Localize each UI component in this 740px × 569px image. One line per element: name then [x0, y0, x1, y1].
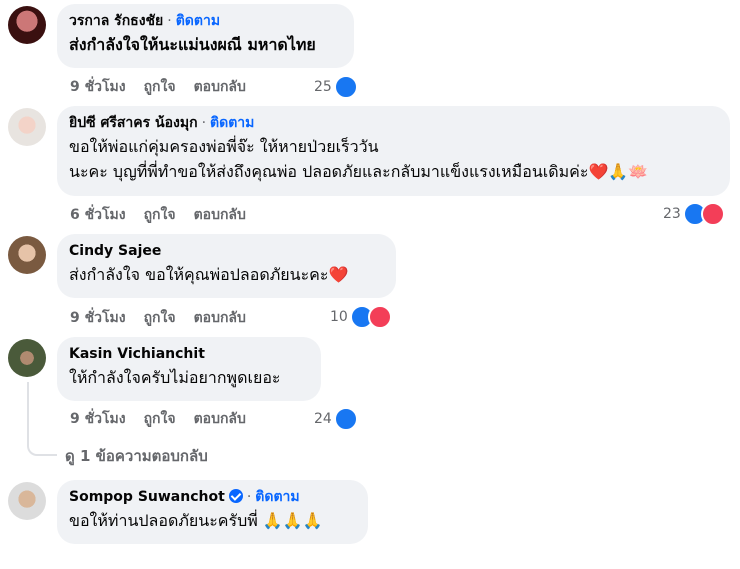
reaction-count: 24 — [314, 411, 332, 427]
comment-text: ขอให้ท่านปลอดภัยนะครับพี่ 🙏🙏🙏 — [69, 511, 323, 530]
commenter-name[interactable]: Kasin Vichianchit — [69, 346, 205, 362]
comment-text: ส่งกำลังใจ ขอให้คุณพ่อปลอดภัยนะคะ❤️ — [69, 265, 349, 284]
comment-actions — [70, 551, 124, 569]
avatar[interactable] — [8, 108, 46, 146]
verified-badge-icon — [228, 489, 243, 503]
like-button[interactable]: ถูกใจ — [144, 310, 176, 326]
love-icon — [700, 202, 725, 226]
comment-actions: 9 ชั่วโมง ถูกใจ ตอบกลับ — [70, 78, 264, 96]
like-icon — [333, 407, 358, 431]
timestamp[interactable]: 6 ชั่วโมง — [70, 207, 126, 223]
comment-actions: 9 ชั่วโมง ถูกใจ ตอบกลับ — [70, 410, 264, 428]
reply-button[interactable]: ตอบกลับ — [194, 411, 246, 427]
timestamp[interactable]: 9 ชั่วโมง — [70, 310, 126, 326]
reaction-summary[interactable]: 23 — [663, 202, 725, 226]
comment-bubble: Kasin Vichianchit ให้กำลังใจครับไม่อยากพ… — [57, 337, 321, 401]
reaction-count: 10 — [330, 309, 348, 325]
timestamp[interactable]: 9 ชั่วโมง — [70, 411, 126, 427]
comment-text: ให้กำลังใจครับไม่อยากพูดเยอะ — [69, 368, 281, 387]
like-icon — [333, 75, 358, 99]
follow-button[interactable]: ติดตาม — [210, 115, 254, 131]
avatar[interactable] — [8, 236, 46, 274]
like-button[interactable]: ถูกใจ — [144, 79, 176, 95]
follow-button[interactable]: ติดตาม — [176, 13, 220, 29]
commenter-name[interactable]: วรกาล รักธงชัย — [69, 13, 163, 29]
comment-bubble: Sompop Suwanchot · ติดตาม ขอให้ท่านปลอดภัย… — [57, 480, 368, 544]
view-replies-link[interactable]: ดู 1 ข้อความตอบกลับ — [65, 444, 208, 468]
comment-bubble: วรกาล รักธงชัย · ติดตาม ส่งกำลังใจให้นะแม่… — [57, 4, 354, 68]
reaction-summary[interactable]: 25 — [314, 75, 358, 99]
comment-actions: 9 ชั่วโมง ถูกใจ ตอบกลับ — [70, 309, 264, 327]
comment-text: ส่งกำลังใจให้นะแม่นงผณี มหาดไทย — [69, 35, 316, 54]
comment-text-line-2: นะคะ บุญที่พี่ทำขอให้ส่งถึงคุณพ่อ ปลอดภั… — [69, 162, 649, 181]
commenter-name[interactable]: ยิปซี ศรีสาคร น้องมุก — [69, 115, 198, 131]
timestamp[interactable]: 9 ชั่วโมง — [70, 79, 126, 95]
like-button[interactable]: ถูกใจ — [144, 411, 176, 427]
like-button[interactable]: ถูกใจ — [144, 207, 176, 223]
avatar[interactable] — [8, 482, 46, 520]
reply-button[interactable]: ตอบกลับ — [194, 310, 246, 326]
separator-dot: · — [201, 115, 207, 131]
commenter-name[interactable]: Sompop Suwanchot — [69, 489, 225, 505]
avatar[interactable] — [8, 339, 46, 377]
comment-bubble: Cindy Sajee ส่งกำลังใจ ขอให้คุณพ่อปลอดภั… — [57, 234, 396, 298]
follow-button[interactable]: ติดตาม — [255, 489, 299, 505]
comment-actions: 6 ชั่วโมง ถูกใจ ตอบกลับ — [70, 206, 264, 224]
reaction-summary[interactable]: 24 — [314, 407, 358, 431]
comment-bubble: ยิปซี ศรีสาคร น้องมุก · ติดตาม ขอให้พ่อแก่… — [57, 106, 730, 196]
avatar[interactable] — [8, 6, 46, 44]
comment-text-line-1: ขอให้พ่อแก่คุ่มครองพ่อพี่จ๊ะ ให้หายป่วยเ… — [69, 137, 379, 156]
reaction-summary[interactable]: 10 — [330, 305, 392, 329]
love-icon — [367, 305, 392, 329]
separator-dot: · — [167, 13, 172, 29]
reaction-count: 25 — [314, 79, 332, 95]
reply-thread-line — [27, 382, 57, 456]
commenter-name[interactable]: Cindy Sajee — [69, 243, 161, 259]
separator-dot: · — [246, 489, 252, 505]
reply-button[interactable]: ตอบกลับ — [194, 207, 246, 223]
reaction-count: 23 — [663, 206, 681, 222]
reply-button[interactable]: ตอบกลับ — [194, 79, 246, 95]
